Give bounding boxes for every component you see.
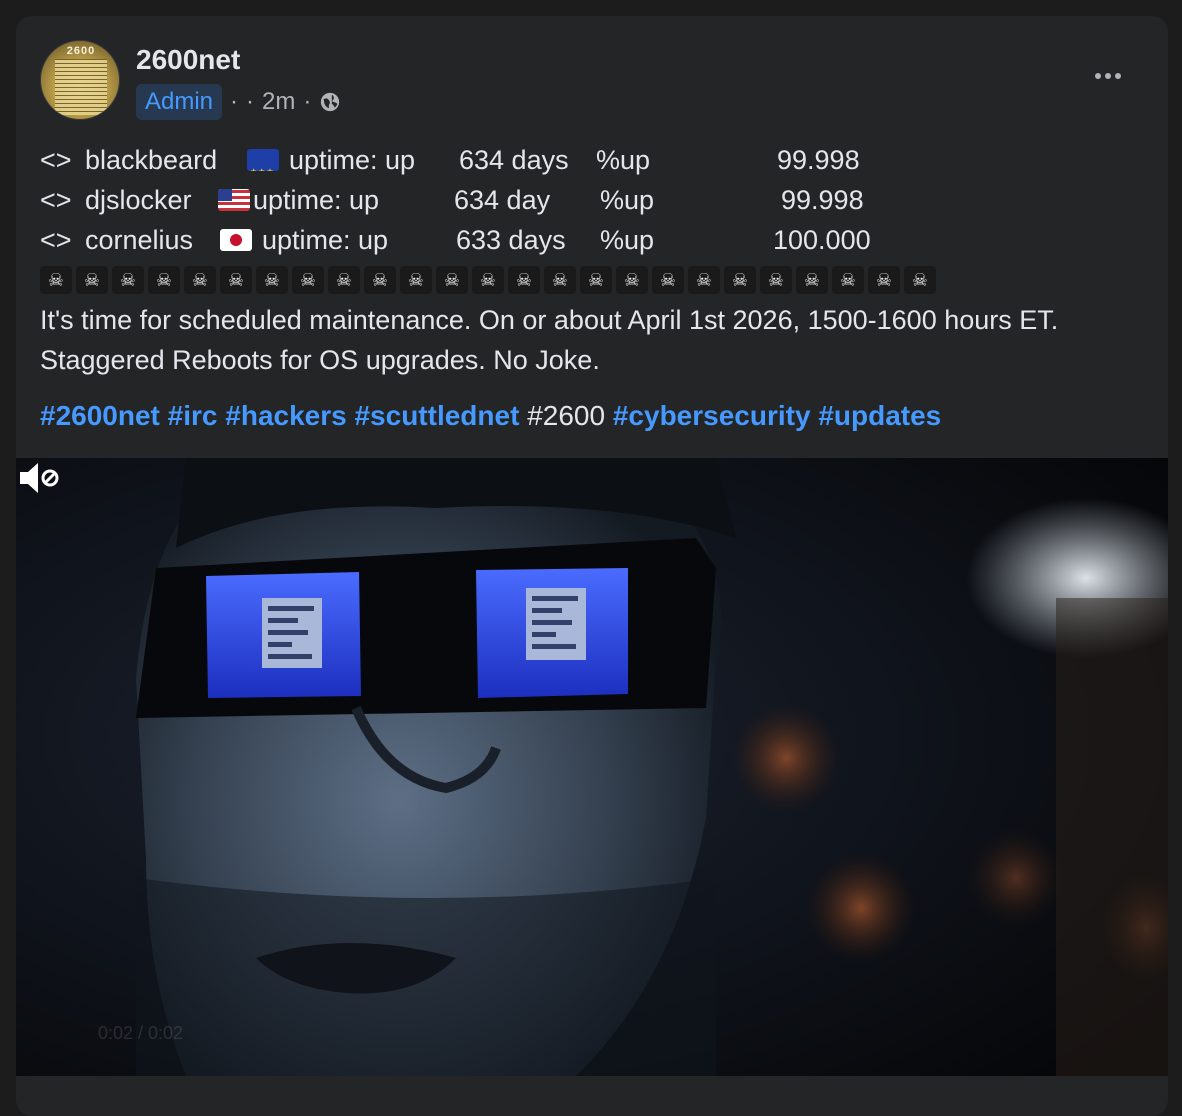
skull-emoji: ☠: [364, 266, 396, 294]
eu-flag-icon: [247, 149, 279, 171]
uptime-days: 633 days: [456, 225, 566, 255]
skull-emoji: ☠: [292, 266, 324, 294]
admin-badge[interactable]: Admin: [136, 84, 223, 120]
jp-flag-icon: [220, 229, 252, 251]
skull-emoji: ☠: [256, 266, 288, 294]
skull-emoji: ☠: [76, 266, 108, 294]
skull-emoji: ☠: [472, 266, 504, 294]
skull-emoji: ☠: [148, 266, 180, 294]
hashtag-link[interactable]: #scuttlednet: [354, 400, 519, 431]
skull-emoji: ☠: [40, 266, 72, 294]
globe-icon[interactable]: [319, 91, 341, 113]
post-meta: Admin · · 2m ·: [136, 84, 341, 120]
server-name: blackbeard: [85, 145, 218, 175]
server-name: cornelius: [85, 225, 194, 255]
server-name: djslocker: [85, 185, 192, 215]
pct-label: %up: [600, 185, 655, 215]
skull-emoji: ☠: [868, 266, 900, 294]
us-flag-icon: [218, 189, 250, 211]
video-player[interactable]: 0:02 / 0:02: [16, 458, 1168, 1076]
avatar-image: [55, 59, 107, 115]
skull-emoji: ☠: [220, 266, 252, 294]
skull-emoji: ☠: [544, 266, 576, 294]
author-name[interactable]: 2600net: [136, 44, 240, 76]
skull-emoji: ☠: [328, 266, 360, 294]
hashtag-link[interactable]: #2600net: [40, 400, 160, 431]
more-dot: [1115, 73, 1121, 79]
post-header: 2600 2600net Admin · · 2m ·: [40, 40, 1144, 126]
more-dot: [1095, 73, 1101, 79]
pct-value: 99.998: [781, 185, 864, 215]
uptime-days: 634 day: [454, 185, 551, 215]
hashtag-link[interactable]: #hackers: [225, 400, 346, 431]
uptime-days: 634 days: [459, 145, 569, 175]
skull-emoji: ☠: [724, 266, 756, 294]
hashtag-link: #2600: [527, 400, 606, 431]
uptime-label: uptime: up: [262, 225, 389, 255]
speaker-muted-icon[interactable]: [16, 458, 64, 498]
pct-value: 100.000: [773, 225, 871, 255]
skull-emoji: ☠: [904, 266, 936, 294]
pct-value: 99.998: [777, 145, 860, 175]
row-prefix: <>: [40, 145, 72, 175]
skull-emoji: ☠: [832, 266, 864, 294]
meta-separator: ·: [303, 88, 312, 115]
skull-emoji: ☠: [796, 266, 828, 294]
skull-emoji: ☠: [508, 266, 540, 294]
row-prefix: <>: [40, 225, 72, 255]
uptime-row: <> blackbeard uptime: up 634 days %up 99…: [40, 140, 1150, 180]
hashtag-link[interactable]: #cybersecurity: [613, 400, 811, 431]
pct-label: %up: [596, 145, 651, 175]
skull-emoji: ☠: [184, 266, 216, 294]
skull-emoji: ☠: [616, 266, 648, 294]
hashtag-link[interactable]: #irc: [168, 400, 218, 431]
post-body: <> blackbeard uptime: up 634 days %up 99…: [40, 140, 1150, 380]
skull-emoji: ☠: [760, 266, 792, 294]
more-options-button[interactable]: [1088, 66, 1128, 86]
skull-emoji: ☠: [112, 266, 144, 294]
uptime-row: <> djslocker uptime: up 634 day %up 99.9…: [40, 180, 1150, 220]
skull-emoji: ☠: [400, 266, 432, 294]
uptime-label: uptime: up: [289, 145, 416, 175]
post-card: 2600 2600net Admin · · 2m · <> blackbear…: [16, 16, 1168, 1116]
skull-emoji: ☠: [688, 266, 720, 294]
uptime-label: uptime: up: [253, 185, 380, 215]
more-dot: [1105, 73, 1111, 79]
pct-label: %up: [600, 225, 655, 255]
avatar-logo: 2600: [66, 45, 96, 57]
uptime-row: <> cornelius uptime: up 633 days %up 100…: [40, 220, 1150, 260]
avatar[interactable]: 2600: [40, 40, 120, 120]
meta-separator: ·: [230, 88, 239, 115]
skull-emoji-row: ☠ ☠ ☠ ☠ ☠ ☠ ☠ ☠ ☠ ☠ ☠ ☠ ☠ ☠ ☠ ☠ ☠ ☠ ☠ ☠ ☠ ☠ ☠ ☠ ☠: [40, 260, 1150, 300]
video-timestamp: 0:02 / 0:02: [98, 1023, 184, 1043]
hashtag-row: #2600net #irc #hackers #scuttlednet #260…: [40, 396, 1150, 436]
skull-emoji: ☠: [652, 266, 684, 294]
skull-emoji: ☠: [580, 266, 612, 294]
post-timestamp[interactable]: 2m: [262, 88, 295, 116]
row-prefix: <>: [40, 185, 72, 215]
meta-separator: ·: [246, 88, 255, 115]
post-message: It's time for scheduled maintenance. On …: [40, 305, 1059, 375]
skull-emoji: ☠: [436, 266, 468, 294]
video-frame: [16, 458, 1168, 1076]
hashtag-link[interactable]: #updates: [818, 400, 941, 431]
